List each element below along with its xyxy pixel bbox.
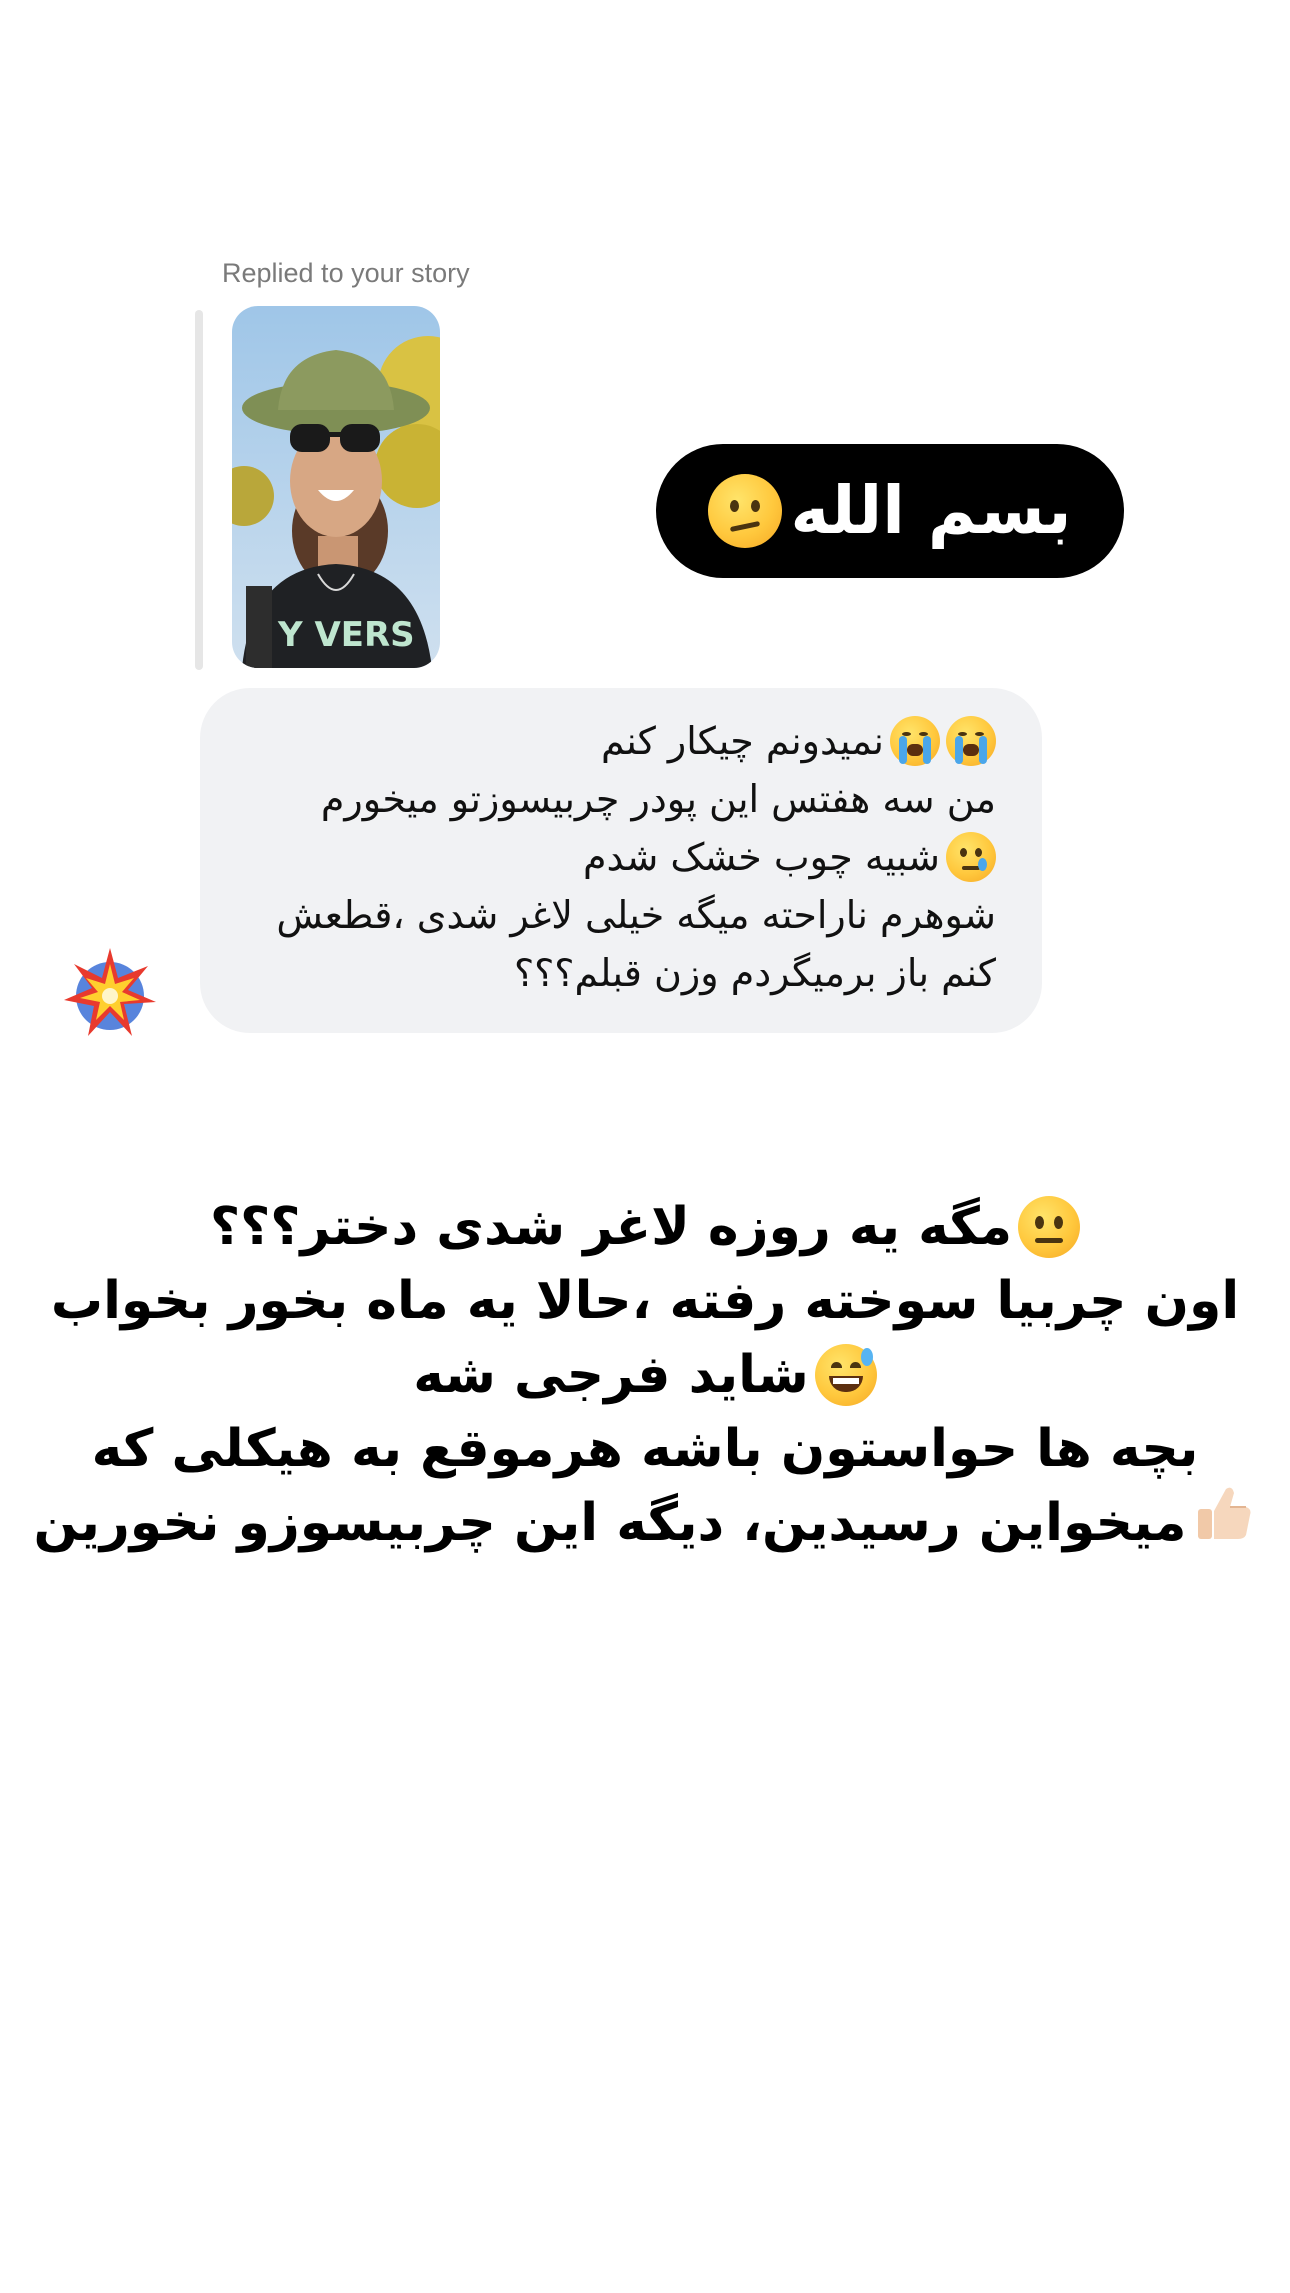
message-line-text: شبیه چوب خشک شدم xyxy=(583,835,940,879)
caption-line: میخواین رسیدین، دیگه این چربیسوزو نخورین xyxy=(34,1486,1251,1560)
message-line: نمیدونم چیکار کنم xyxy=(234,712,996,770)
story-thumbnail[interactable]: Y VERS xyxy=(232,306,440,668)
caption-line-text: میخواین رسیدین، دیگه این چربیسوزو نخورین xyxy=(33,1493,1187,1553)
caption-line: شاید فرجی شه xyxy=(60,1338,1230,1412)
caption-line-text: شاید فرجی شه xyxy=(413,1345,809,1405)
caption-line-text: بچه ها حواستون باشه هرموقع به هیکلی که xyxy=(91,1419,1199,1479)
svg-text:Y VERS: Y VERS xyxy=(277,615,415,655)
message-line-text: شوهرم ناراحته میگه خیلی لاغر شدی ،قطعش xyxy=(276,893,996,937)
message-line: شوهرم ناراحته میگه خیلی لاغر شدی ،قطعش xyxy=(234,886,996,944)
caption-line: اون چربیا سوخته رفته ،حالا یه ماه بخور ب… xyxy=(51,1264,1239,1338)
confused-face-icon xyxy=(708,474,783,548)
caption-line-text: مگه یه روزه لاغر شدی دختر؟؟؟ xyxy=(209,1197,1013,1257)
message-line: کنم باز برمیگردم وزن قبلم؟؟؟ xyxy=(234,944,996,1002)
story-caption: مگه یه روزه لاغر شدی دختر؟؟؟ اون چربیا س… xyxy=(34,1190,1251,1560)
message-line-text: کنم باز برمیگردم وزن قبلم؟؟؟ xyxy=(513,951,996,995)
message-line-text: نمیدونم چیکار کنم xyxy=(600,719,884,763)
message-bubble[interactable]: نمیدونم چیکار کنم من سه هفتس این پودر چر… xyxy=(200,688,1042,1033)
message-line: شبیه چوب خشک شدم xyxy=(234,828,996,886)
collision-icon xyxy=(64,948,156,1036)
crying-face-icon xyxy=(946,832,996,882)
message-line-text: من سه هفتس این پودر چربیسوزتو میخورم xyxy=(320,777,996,821)
thumbs-up-icon xyxy=(1192,1481,1256,1565)
grinning-sweat-face-icon xyxy=(814,1344,877,1406)
message-line: من سه هفتس این پودر چربیسوزتو میخورم xyxy=(234,770,996,828)
replied-to-story-label: Replied to your story xyxy=(222,258,470,288)
loudly-crying-face-icon xyxy=(890,716,940,766)
caption-line: مگه یه روزه لاغر شدی دختر؟؟؟ xyxy=(60,1190,1230,1264)
neutral-face-icon xyxy=(1018,1196,1081,1258)
reply-indicator-bar xyxy=(195,310,203,670)
sticker-text: بسم الله xyxy=(790,472,1072,549)
caption-line: بچه ها حواستون باشه هرموقع به هیکلی که xyxy=(60,1412,1230,1486)
story-photo-illustration: Y VERS xyxy=(232,306,440,668)
bismillah-sticker: بسم الله xyxy=(656,444,1124,578)
caption-line-text: اون چربیا سوخته رفته ،حالا یه ماه بخور ب… xyxy=(50,1271,1240,1331)
loudly-crying-face-icon xyxy=(946,716,996,766)
collision-reaction-icon[interactable] xyxy=(62,944,158,1040)
